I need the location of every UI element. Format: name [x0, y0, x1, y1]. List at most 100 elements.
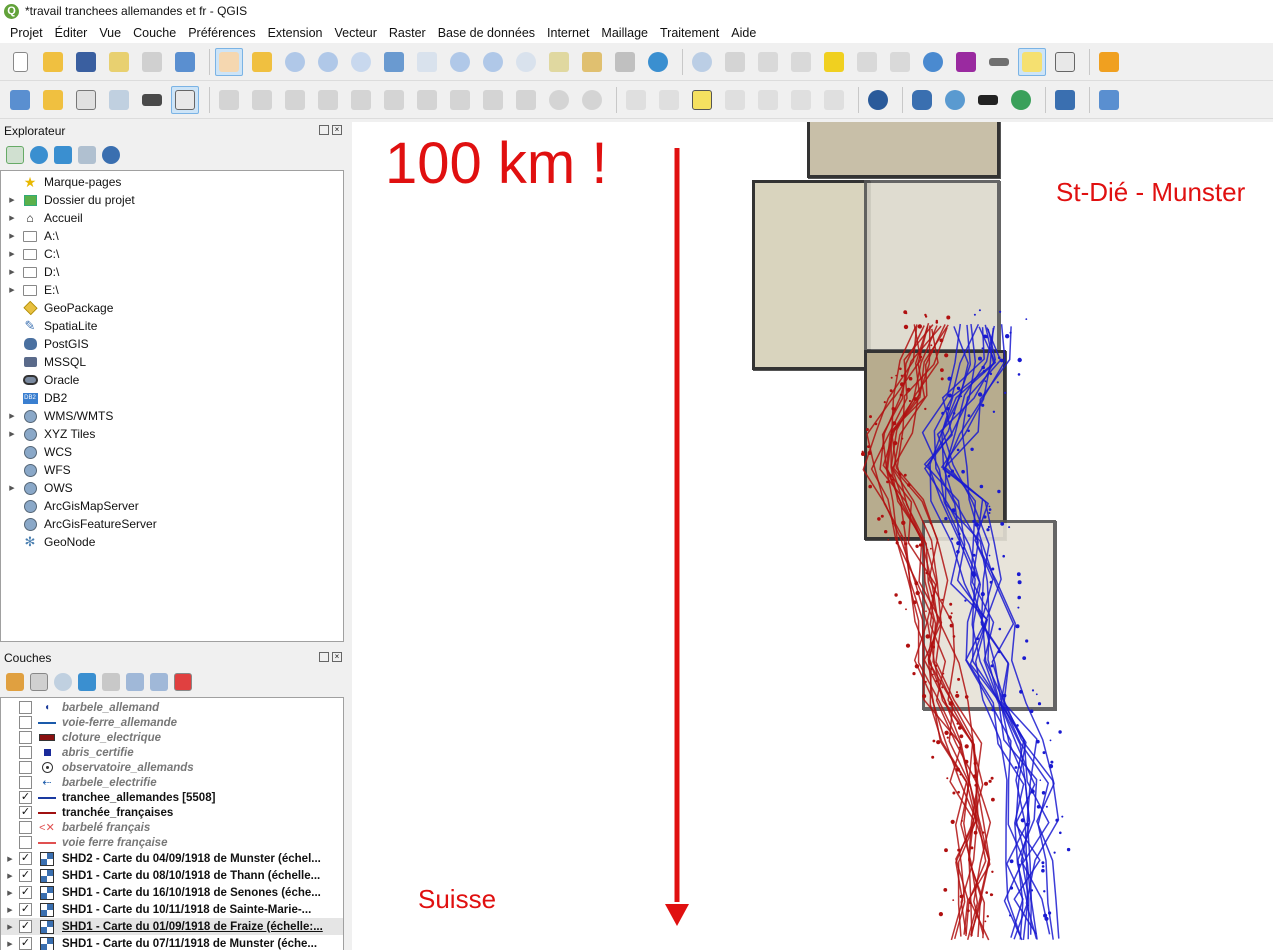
toggle-editing-button[interactable]: [171, 85, 199, 114]
style-manager-button[interactable]: [171, 48, 199, 76]
layer-item[interactable]: ⇠ barbele_electrifie: [1, 775, 343, 790]
menu-editer[interactable]: Éditer: [49, 26, 94, 40]
expand-arrow-icon[interactable]: ▶: [6, 196, 18, 204]
expand-arrow-icon[interactable]: ▶: [6, 232, 18, 240]
field-calculator-button[interactable]: [886, 48, 914, 76]
menu-traitement[interactable]: Traitement: [654, 26, 725, 40]
layer-item[interactable]: ▶ ✓ SHD1 - Carte du 07/11/1918 de Munster …: [1, 935, 343, 950]
text-annotation-button[interactable]: [1051, 48, 1079, 76]
filter-icon[interactable]: [78, 673, 96, 691]
identify-button[interactable]: [688, 48, 716, 76]
label-toolbar-button[interactable]: [622, 86, 650, 114]
help-button[interactable]: [1051, 86, 1079, 114]
undo-button[interactable]: [545, 86, 573, 114]
new-bookmark-button[interactable]: [578, 48, 606, 76]
move-label-button[interactable]: [754, 86, 782, 114]
plugin-tool-button[interactable]: [1095, 86, 1123, 114]
layer-item[interactable]: observatoire_allemands: [1, 760, 343, 775]
menu-preferences[interactable]: Préférences: [182, 26, 261, 40]
expand-arrow-icon[interactable]: ▶: [4, 855, 16, 863]
explorer-item[interactable]: ▶ E:\: [1, 281, 343, 299]
pan-to-selection-button[interactable]: [248, 48, 276, 76]
layer-item[interactable]: ▶ ✓ SHD1 - Carte du 16/10/1918 de Senones …: [1, 884, 343, 901]
menu-extension[interactable]: Extension: [262, 26, 329, 40]
cut-features-button[interactable]: [446, 86, 474, 114]
explorer-item[interactable]: ArcGisFeatureServer: [1, 515, 343, 533]
deselect-button[interactable]: [820, 48, 848, 76]
expand-arrow-icon[interactable]: ▶: [6, 250, 18, 258]
expand-arrow-icon[interactable]: ▶: [6, 484, 18, 492]
layer-visibility-checkbox[interactable]: ✓: [19, 869, 32, 882]
expand-arrow-icon[interactable]: ▶: [6, 268, 18, 276]
current-edits-button[interactable]: [215, 86, 243, 114]
layer-visibility-checkbox[interactable]: [19, 821, 32, 834]
layer-visibility-checkbox[interactable]: [19, 731, 32, 744]
close-panel-button[interactable]: ×: [332, 652, 342, 662]
menu-vue[interactable]: Vue: [93, 26, 127, 40]
zoom-last-button[interactable]: [479, 48, 507, 76]
expand-arrow-icon[interactable]: ▶: [4, 889, 16, 897]
expand-arrow-icon[interactable]: ▶: [4, 906, 16, 914]
layer-visibility-checkbox[interactable]: ✓: [19, 791, 32, 804]
layer-visibility-checkbox[interactable]: ✓: [19, 806, 32, 819]
new-virtual-layer-button[interactable]: [138, 86, 166, 114]
close-panel-button[interactable]: ×: [332, 125, 342, 135]
rotate-label-button[interactable]: [787, 86, 815, 114]
layer-item[interactable]: <✕ barbelé français: [1, 820, 343, 835]
layout-manager-button[interactable]: [138, 48, 166, 76]
menu-maillage[interactable]: Maillage: [595, 26, 654, 40]
explorer-item[interactable]: ArcGisMapServer: [1, 497, 343, 515]
expand-arrow-icon[interactable]: ▶: [4, 923, 16, 931]
explorer-item[interactable]: ✻ GeoNode: [1, 533, 343, 551]
refresh-icon[interactable]: [30, 146, 48, 164]
explorer-item[interactable]: MSSQL: [1, 353, 343, 371]
explorer-item[interactable]: ✎ SpatiaLite: [1, 317, 343, 335]
layer-item[interactable]: voie-ferre_allemande: [1, 715, 343, 730]
explorer-item[interactable]: GeoPackage: [1, 299, 343, 317]
data-source-manager-button[interactable]: [6, 86, 34, 114]
delete-selected-button[interactable]: [413, 86, 441, 114]
layer-item[interactable]: ✓ tranchee_allemandes [5508]: [1, 790, 343, 805]
redo-button[interactable]: [578, 86, 606, 114]
float-panel-button[interactable]: [319, 652, 329, 662]
menu-aide[interactable]: Aide: [725, 26, 762, 40]
statistics-button[interactable]: [952, 48, 980, 76]
zoom-next-button[interactable]: [512, 48, 540, 76]
explorer-item[interactable]: ▶ A:\: [1, 227, 343, 245]
python-console-button[interactable]: [908, 86, 936, 114]
layer-item[interactable]: ▶ ✓ SHD2 - Carte du 04/09/1918 de Munster …: [1, 850, 343, 867]
layer-visibility-checkbox[interactable]: [19, 761, 32, 774]
copy-features-button[interactable]: [479, 86, 507, 114]
zoom-out-button[interactable]: [314, 48, 342, 76]
zoom-native-button[interactable]: [347, 48, 375, 76]
zoom-full-button[interactable]: [380, 48, 408, 76]
layer-item[interactable]: cloture_electrique: [1, 730, 343, 745]
measure-button[interactable]: [985, 48, 1013, 76]
expand-arrow-icon[interactable]: ▶: [6, 430, 18, 438]
change-label-button[interactable]: [820, 86, 848, 114]
explorer-item[interactable]: WCS: [1, 443, 343, 461]
explorer-item[interactable]: ★ Marque-pages: [1, 173, 343, 191]
geocoder-button[interactable]: [864, 86, 892, 114]
float-panel-button[interactable]: [319, 125, 329, 135]
expand-arrow-icon[interactable]: ▶: [6, 412, 18, 420]
attribute-table-button[interactable]: [853, 48, 881, 76]
add-selected-layers-icon[interactable]: [6, 146, 24, 164]
explorer-item[interactable]: ▶ Dossier du projet: [1, 191, 343, 209]
layer-visibility-checkbox[interactable]: ✓: [19, 886, 32, 899]
new-project-button[interactable]: [6, 48, 34, 76]
map-tips-button[interactable]: [1018, 47, 1046, 76]
style-panel-icon[interactable]: [6, 673, 24, 691]
new-shapefile-button[interactable]: [72, 86, 100, 114]
layer-item[interactable]: ▶ ✓ SHD1 - Carte du 01/09/1918 de Fraize (…: [1, 918, 343, 935]
menu-couche[interactable]: Couche: [127, 26, 182, 40]
menu-projet[interactable]: Projet: [4, 26, 49, 40]
menu-internet[interactable]: Internet: [541, 26, 595, 40]
layer-item[interactable]: abris_certifie: [1, 745, 343, 760]
explorer-item[interactable]: ▶ ⌂ Accueil: [1, 209, 343, 227]
new-map-view-button[interactable]: [545, 48, 573, 76]
layer-visibility-checkbox[interactable]: [19, 716, 32, 729]
zoom-in-button[interactable]: [281, 48, 309, 76]
new-layout-button[interactable]: [105, 48, 133, 76]
explorer-item[interactable]: PostGIS: [1, 335, 343, 353]
